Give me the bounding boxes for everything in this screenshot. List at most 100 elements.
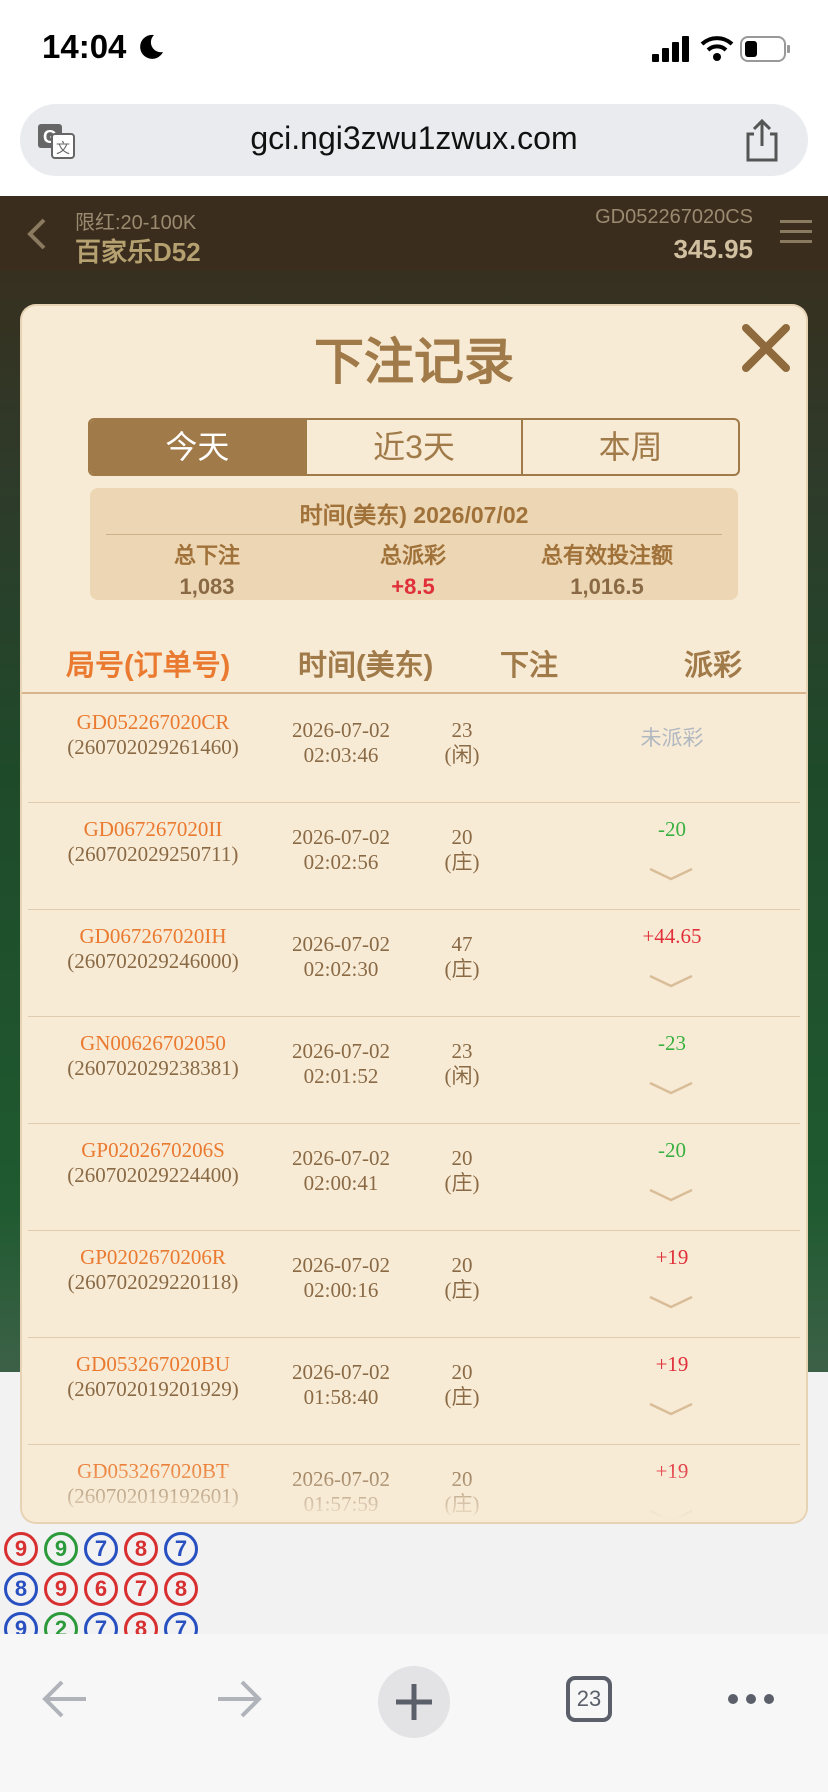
url-text[interactable]: gci.ngi3zwu1zwux.com xyxy=(20,120,808,157)
round-id-cell: GP0202670206R (260702029220118) xyxy=(28,1245,278,1295)
column-header-id: 局号(订单号) xyxy=(66,650,231,682)
close-icon[interactable] xyxy=(738,320,794,376)
wifi-icon xyxy=(700,36,734,61)
order-number: (260702029246000) xyxy=(67,949,239,973)
table-name: 百家乐D52 xyxy=(75,237,201,267)
bet-clock: 02:02:56 xyxy=(303,850,379,874)
chevron-down-icon[interactable] xyxy=(648,867,694,881)
order-number: (260702029261460) xyxy=(67,735,239,759)
divider xyxy=(106,534,722,535)
tab-today[interactable]: 今天 xyxy=(90,420,305,474)
bet-cell: 20(庄) xyxy=(422,825,502,875)
bet-date: 2026-07-02 xyxy=(292,932,390,956)
cellular-signal-icon xyxy=(652,36,689,62)
round-id: GD067267020II xyxy=(83,817,223,841)
time-cell: 2026-07-02 02:00:41 xyxy=(276,1146,406,1196)
bet-clock: 02:00:16 xyxy=(303,1278,379,1302)
bet-limit: 限红:20-100K xyxy=(75,212,197,234)
stat-label: 总派彩 xyxy=(379,543,446,568)
scroll-fade xyxy=(22,1462,806,1522)
bead-road-cell: 8 xyxy=(4,1572,38,1606)
column-header-bet: 下注 xyxy=(500,650,559,682)
bet-clock: 02:01:52 xyxy=(303,1064,379,1088)
time-cell: 2026-07-02 02:00:16 xyxy=(276,1253,406,1303)
round-id: GD053267020BU xyxy=(75,1352,230,1376)
bead-road-cell: 9 xyxy=(4,1612,38,1634)
bead-road-cell: 8 xyxy=(164,1572,198,1606)
round-id-cell: GD053267020BU (260702019201929) xyxy=(28,1352,278,1402)
bead-road-cell: 7 xyxy=(84,1532,118,1566)
status-time: 14:04 xyxy=(42,28,127,65)
stat-value: 1,016.5 xyxy=(570,574,644,599)
forward-icon[interactable] xyxy=(214,1678,264,1720)
tab-this-week[interactable]: 本周 xyxy=(521,420,738,474)
time-cell: 2026-07-02 02:02:56 xyxy=(276,825,406,875)
new-tab-button[interactable] xyxy=(378,1666,450,1738)
chevron-down-icon[interactable] xyxy=(648,974,694,988)
bet-side: (庄) xyxy=(444,1171,480,1195)
bet-cell: 23 (闲) xyxy=(422,1039,502,1089)
summary-date: 时间(美东) 2026/07/02 xyxy=(299,502,529,528)
bead-road-cell: 7 xyxy=(164,1612,198,1634)
bead-road-cell: 9 xyxy=(44,1572,78,1606)
round-id-cell: GP0202670206S (260702029224400) xyxy=(28,1138,278,1188)
stat-label: 总有效投注额 xyxy=(540,543,673,568)
more-icon[interactable] xyxy=(726,1692,776,1706)
bet-record-row[interactable]: GP0202670206R (260702029220118) 2026-07-02… xyxy=(28,1231,800,1338)
stat-total-bet: 总下注 1,083 xyxy=(102,538,312,600)
bead-road-cell: 9 xyxy=(44,1532,78,1566)
bet-clock: 02:03:46 xyxy=(303,743,379,767)
bet-date: 2026-07-02 xyxy=(292,825,390,849)
bet-cell: 20(庄) xyxy=(422,1253,502,1303)
chevron-down-icon[interactable] xyxy=(648,1295,694,1309)
column-header-time: 时间(美东) xyxy=(298,650,434,682)
bet-side: (庄) xyxy=(444,1278,480,1302)
bead-road-cell: 7 xyxy=(164,1532,198,1566)
bet-date: 2026-07-02 xyxy=(292,1039,390,1063)
bet-record-row[interactable]: GD067267020II (260702029250711) 2026-07-02… xyxy=(28,803,800,910)
bead-road-cell: 8 xyxy=(124,1532,158,1566)
bet-side: (闲) xyxy=(444,743,480,767)
back-arrow-icon[interactable] xyxy=(22,216,52,252)
bet-amount: 20 xyxy=(451,1146,473,1170)
bead-road-cell: 2 xyxy=(44,1612,78,1634)
payout-value: -20 xyxy=(658,817,686,841)
round-id-cell: GD067267020IH (260702029246000) xyxy=(28,924,278,974)
balance: 345.95 xyxy=(673,234,753,264)
time-cell: 2026-07-02 02:03:46 xyxy=(276,718,406,768)
payout-value: +44.65 xyxy=(642,924,702,948)
moon-icon xyxy=(140,34,163,59)
bet-record-row[interactable]: GN00626702050 (260702029238381) 2026-07-02… xyxy=(28,1017,800,1124)
menu-icon[interactable] xyxy=(780,218,812,246)
chevron-down-icon[interactable] xyxy=(648,1188,694,1202)
time-cell: 2026-07-02 02:01:52 xyxy=(276,1039,406,1089)
time-cell: 2026-07-02 01:58:40 xyxy=(276,1360,406,1410)
table-header: 局号(订单号) 时间(美东) 下注 派彩 xyxy=(22,642,806,692)
tab-last-3-days[interactable]: 近3天 xyxy=(304,420,522,474)
bead-road-cell: 6 xyxy=(84,1572,118,1606)
bead-road-cell: 8 xyxy=(124,1612,158,1634)
bet-record-row[interactable]: GD053267020BU (260702019201929) 2026-07-02… xyxy=(28,1338,800,1445)
order-number: (260702029220118) xyxy=(67,1270,239,1294)
bet-cell: 20(庄) xyxy=(422,1360,502,1410)
back-icon[interactable] xyxy=(40,1678,90,1720)
chevron-down-icon[interactable] xyxy=(648,1081,694,1095)
bet-record-row[interactable]: GD052267020CR (260702029261460) 2026-07-02… xyxy=(28,696,800,803)
bet-side: (庄) xyxy=(444,1385,480,1409)
stat-total-valid-bet: 总有效投注额 1,016.5 xyxy=(502,538,712,600)
payout-value: 未派彩 xyxy=(640,726,704,750)
tab-count-button[interactable]: 23 xyxy=(566,1676,612,1722)
bet-date: 2026-07-02 xyxy=(292,718,390,742)
share-icon[interactable] xyxy=(742,118,782,162)
chevron-down-icon[interactable] xyxy=(648,1402,694,1416)
status-bar: 14:04 xyxy=(0,0,828,100)
order-number: (260702019201929) xyxy=(67,1377,239,1401)
stat-total-payout: 总派彩 +8.5 xyxy=(308,538,518,600)
bet-side: (庄) xyxy=(444,957,480,981)
bet-record-row[interactable]: GP0202670206S (260702029224400) 2026-07-02… xyxy=(28,1124,800,1231)
payout-value: -20 xyxy=(658,1138,686,1162)
bet-record-row[interactable]: GD067267020IH (260702029246000) 2026-07-02… xyxy=(28,910,800,1017)
plus-icon xyxy=(396,1684,432,1720)
address-bar[interactable]: G 文 gci.ngi3zwu1zwux.com xyxy=(20,104,808,176)
bet-record-modal: 下注记录 今天 近3天 本周 时间(美东) 2026/07/02 总下注 1,0… xyxy=(22,306,806,1522)
